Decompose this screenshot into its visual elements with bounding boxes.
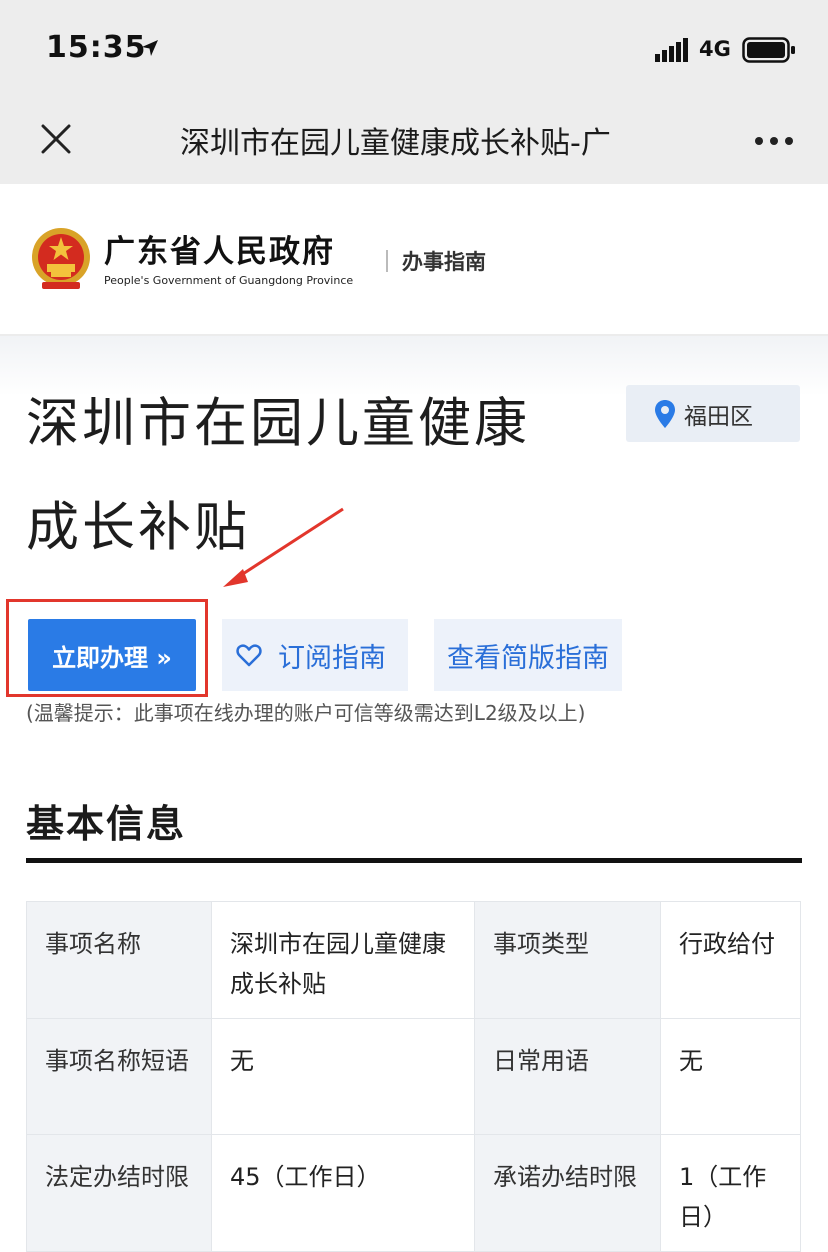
site-subtitle: People's Government of Guangdong Provinc… [104,274,354,287]
location-arrow-icon [142,40,158,56]
table-row: 事项名称 深圳市在园儿童健康成长补贴 事项类型 行政给付 [26,901,801,1019]
page-title: 深圳市在园儿童健康成长补贴-广 [180,126,611,161]
tip-text: (温馨提示：此事项在线办理的账户可信等级需达到L2级及以上) [26,701,586,725]
table-cell-key: 日常用语 [474,1018,661,1135]
national-emblem-icon [32,228,90,289]
battery-icon [742,37,795,63]
table-cell-value: 1（工作日） [660,1134,801,1252]
table-row: 事项名称短语 无 日常用语 无 [26,1018,801,1135]
annotation-arrow [223,507,344,587]
region-badge[interactable]: 福田区 [626,385,800,442]
simple-guide-label: 查看简版指南 [447,642,609,674]
location-pin-icon [655,399,675,428]
annotation-highlight-box [6,599,208,697]
subscribe-guide-button[interactable]: 订阅指南 [222,619,408,691]
table-cell-key: 事项类型 [474,901,661,1019]
site-name[interactable]: 广东省人民政府 [104,226,335,271]
table-cell-key: 事项名称短语 [26,1018,212,1135]
table-cell-value: 无 [660,1018,801,1135]
simple-guide-button[interactable]: 查看简版指南 [434,619,622,691]
table-cell-value: 深圳市在园儿童健康成长补贴 [211,901,475,1019]
network-label: 4G [699,37,731,61]
section-divider [26,858,802,863]
section-title: 基本信息 [26,802,187,846]
status-time: 15:35 [46,30,147,65]
subscribe-guide-label: 订阅指南 [278,642,386,674]
table-cell-key: 承诺办结时限 [474,1134,661,1252]
basic-info-table: 事项名称 深圳市在园儿童健康成长补贴 事项类型 行政给付 事项名称短语 无 日常… [26,901,801,1252]
table-cell-value: 无 [211,1018,475,1135]
signal-icon [655,38,688,62]
table-cell-key: 法定办结时限 [26,1134,212,1252]
table-cell-key: 事项名称 [26,901,212,1019]
heart-icon [236,644,262,667]
more-icon[interactable] [754,136,794,146]
close-icon[interactable] [40,123,72,155]
header-section-label: 办事指南 [402,250,486,274]
table-cell-value: 行政给付 [660,901,801,1019]
table-row: 法定办结时限 45（工作日） 承诺办结时限 1（工作日） [26,1134,801,1252]
region-label: 福田区 [684,403,753,430]
header-divider [386,250,388,272]
table-cell-value: 45（工作日） [211,1134,475,1252]
